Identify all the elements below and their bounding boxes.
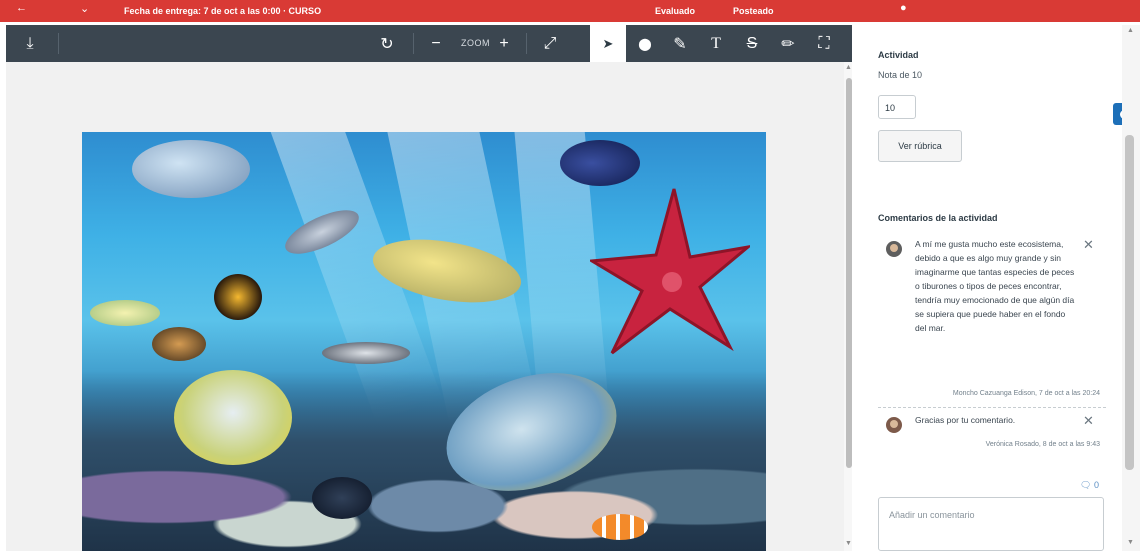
- rotate-icon[interactable]: ↻: [373, 25, 401, 62]
- zoom-label: ZOOM: [461, 38, 490, 48]
- scroll-down-icon[interactable]: ▼: [845, 540, 852, 547]
- annotation-toolbar: ⤓ ↻ − ZOOM + ⤢ ➤ ⬤ ✎ T S ✏ ⛶: [6, 25, 852, 62]
- comment-count-value: 0: [1093, 480, 1099, 490]
- fish-shape: [560, 140, 640, 186]
- top-header: ← ⌄ Fecha de entrega: 7 de oct a las 0:0…: [0, 0, 1140, 22]
- comment-count[interactable]: 🗨 0: [1080, 480, 1099, 491]
- comment-text: A mí me gusta mucho este ecosistema, deb…: [915, 239, 1075, 333]
- comment-text: Gracias por tu comentario.: [915, 415, 1016, 425]
- scrollbar-thumb[interactable]: [846, 78, 852, 468]
- delete-comment-icon[interactable]: ✕: [1083, 237, 1094, 253]
- comments-heading: Comentarios de la actividad: [878, 213, 998, 223]
- comment-item: A mí me gusta mucho este ecosistema, deb…: [878, 237, 1106, 407]
- fish-shape: [322, 342, 410, 364]
- nav-evaluado[interactable]: Evaluado: [655, 6, 695, 16]
- download-icon[interactable]: ⤓: [16, 25, 44, 62]
- area-select-icon[interactable]: ⛶: [810, 25, 838, 62]
- scroll-up-icon[interactable]: ▲: [1127, 27, 1134, 34]
- document-viewer[interactable]: ▲ ▼: [6, 62, 852, 551]
- comment-item: Gracias por tu comentario. ✕ Verónica Ro…: [878, 413, 1106, 453]
- scroll-up-icon[interactable]: ▲: [845, 64, 852, 71]
- chevron-icon[interactable]: ⌄: [80, 2, 89, 15]
- due-date-text: Fecha de entrega: 7 de oct a las 0:00 · …: [124, 6, 322, 16]
- activity-heading: Actividad: [878, 50, 919, 60]
- fish-shape: [592, 514, 648, 540]
- toolbar-separator: [413, 33, 414, 54]
- aquarium-image: [82, 132, 766, 551]
- nav-posteado[interactable]: Posteado: [733, 6, 774, 16]
- pencil-icon[interactable]: ✏: [774, 25, 802, 62]
- pin-icon[interactable]: ⬤: [631, 25, 659, 62]
- fish-shape: [312, 477, 372, 519]
- arrow-left-icon[interactable]: ←: [16, 2, 27, 14]
- strikeout-icon[interactable]: S: [738, 25, 766, 62]
- zoom-out-icon[interactable]: −: [424, 25, 448, 62]
- scroll-down-icon[interactable]: ▼: [1127, 539, 1134, 546]
- toolbar-separator: [58, 33, 59, 54]
- user-icon[interactable]: ●: [900, 2, 907, 14]
- fish-shape: [152, 327, 206, 361]
- highlight-icon[interactable]: ✎: [666, 25, 694, 62]
- toolbar-separator: [526, 33, 527, 54]
- starfish: [590, 188, 750, 355]
- speech-bubble-icon: 🗨: [1080, 480, 1092, 490]
- grading-panel: Actividad Nota de 10 10 Ver rúbrica Come…: [860, 25, 1122, 551]
- comment-divider: [878, 407, 1106, 409]
- fish-shape: [90, 300, 160, 326]
- comment-author-time: Moncho Cazuanga Edison, 7 de oct a las 2…: [952, 390, 1100, 397]
- fish-shape: [214, 274, 262, 320]
- scrollbar-thumb[interactable]: [1125, 135, 1134, 470]
- pointer-icon[interactable]: ➤: [590, 25, 626, 62]
- grade-input[interactable]: 10: [878, 95, 916, 119]
- view-rubric-button[interactable]: Ver rúbrica: [878, 130, 962, 162]
- panel-scrollbar[interactable]: ▲ ▼: [1122, 25, 1140, 551]
- comment-author-time: Verónica Rosado, 8 de oct a las 9:43: [985, 441, 1100, 448]
- expand-icon[interactable]: ⤢: [536, 25, 564, 62]
- viewer-scrollbar[interactable]: ▲ ▼: [844, 62, 852, 551]
- add-comment-input[interactable]: Añadir un comentario: [878, 497, 1104, 551]
- fish-shape: [132, 140, 250, 198]
- text-icon[interactable]: T: [702, 25, 730, 62]
- delete-comment-icon[interactable]: ✕: [1083, 413, 1094, 429]
- grade-scale-label: Nota de 10: [878, 70, 923, 80]
- fish-shape: [174, 370, 292, 465]
- zoom-in-icon[interactable]: +: [492, 25, 516, 62]
- avatar: [886, 241, 902, 257]
- avatar: [886, 417, 902, 433]
